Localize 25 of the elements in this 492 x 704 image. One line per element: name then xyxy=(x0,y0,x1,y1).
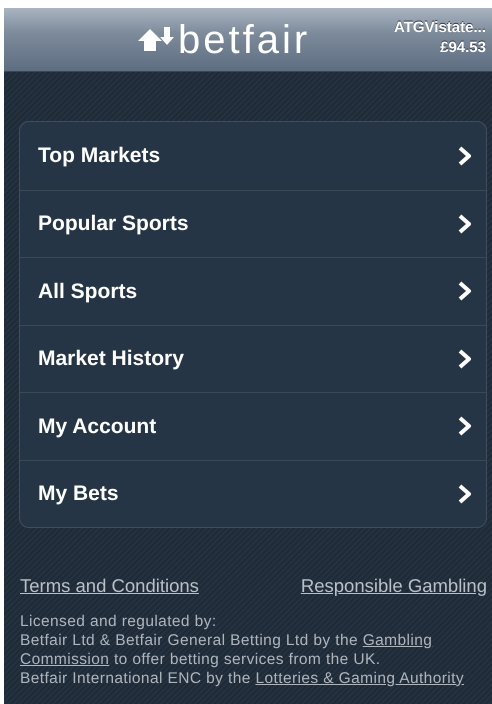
footer-link[interactable]: Responsible Gambling xyxy=(300,572,487,600)
account-balance: £94.53 xyxy=(439,38,486,58)
footer-link[interactable]: Terms and Conditions xyxy=(20,572,199,600)
chevron-icon xyxy=(458,416,472,436)
menu-item[interactable]: My Bets xyxy=(20,460,486,527)
menu-item[interactable]: My Account xyxy=(20,392,486,460)
license-link[interactable]: Lotteries & Gaming Authority xyxy=(255,670,464,687)
chevron-icon xyxy=(458,348,472,369)
logo-text: betfair xyxy=(178,18,310,62)
chevron-icon xyxy=(458,281,472,302)
license-link[interactable]: Gambling xyxy=(362,632,432,649)
menu-item[interactable]: Top Markets xyxy=(20,122,486,190)
license-text: Licensed and regulated by: xyxy=(20,612,218,631)
menu-item[interactable]: All Sports xyxy=(20,257,486,324)
license-text: Betfair Ltd & Betfair General Betting Ltd by the Gambling xyxy=(20,630,434,650)
license-link[interactable]: Commission xyxy=(20,650,110,668)
chevron-icon xyxy=(458,484,472,504)
chevron-icon xyxy=(458,214,472,234)
license-text: Commission to offer betting services from the UK. xyxy=(20,650,382,669)
menu-item[interactable]: Popular Sports xyxy=(20,190,486,257)
license-text: Betfair International ENC by the Lotteries & Gaming Authority xyxy=(20,668,465,688)
chevron-icon xyxy=(458,146,472,166)
menu-item[interactable]: Market History xyxy=(20,324,486,392)
arrows-icon xyxy=(138,27,174,53)
account-name: ATGVistate... xyxy=(394,18,486,38)
